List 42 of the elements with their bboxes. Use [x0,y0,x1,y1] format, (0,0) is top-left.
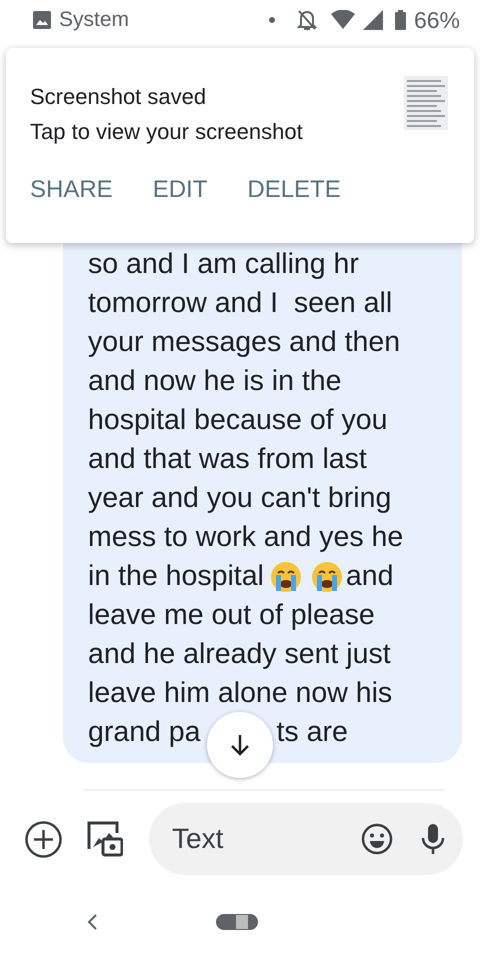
bell-off-icon [296,9,317,31]
notification-action[interactable]: SHARE [30,176,113,204]
message-composer[interactable]: Text [149,803,463,875]
message-text: hospital because of you [88,404,388,437]
message-text: your messages and then [88,326,400,359]
message-text: and he already sent just [88,638,391,671]
message-text: grand pa [88,716,201,749]
notification-card[interactable]: Screenshot saved Tap to view your screenshot SHARE EDIT DELETE [6,48,474,243]
add-button[interactable] [25,820,62,858]
battery-icon [394,10,406,30]
message-text: year and you can't bring [88,482,392,515]
message-text: leave me out of please [88,599,375,632]
message-input-field[interactable]: Text [170,822,347,856]
message-text: leave him alone now his [88,677,392,710]
message-text: and now he is in the [88,365,342,398]
microphone-icon[interactable] [421,823,445,855]
message-text: and [346,560,394,593]
arrow-down-icon [230,734,250,756]
gallery-camera-icon [87,821,123,857]
home-pill-icon[interactable] [216,914,258,930]
app-name: System [59,8,130,32]
crying-face-icon [270,560,302,592]
notification-title: Screenshot saved [30,83,208,111]
message-text: mess to work and yes he [88,521,404,554]
signal-icon [362,10,383,30]
notification-text: Tap to view your screenshot [30,118,303,146]
message-text: in the hospital [88,560,264,593]
notification-action[interactable]: DELETE [247,176,341,204]
back-icon[interactable] [86,913,98,931]
crying-face-icon [310,560,343,592]
image-icon [33,11,51,29]
gallery-button[interactable] [87,821,123,857]
message-text: and that was from last [88,443,367,476]
message-text: ts are [276,716,348,749]
wifi-icon [330,10,355,30]
message-text: tomorrow and I seen all [88,287,392,320]
notification-action[interactable]: EDIT [152,176,208,204]
plus-circle-icon [25,820,62,858]
dot-icon [268,17,275,23]
battery-percent: 66% [414,6,460,34]
message-text: so and I am calling hr [88,248,359,281]
smiley-icon[interactable] [361,823,393,855]
